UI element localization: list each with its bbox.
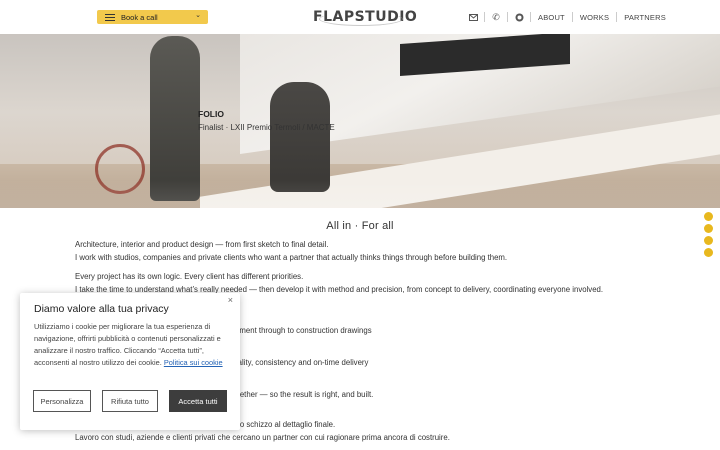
chevron-down-icon: ⌄ <box>195 12 201 19</box>
reject-all-button[interactable]: Rifiuta tutto <box>102 390 158 412</box>
hero-image: FOLIO Finalist · LXII Premio Termoli / M… <box>0 34 720 208</box>
cookie-buttons: Personalizza Rifiuta tutto Accetta tutti <box>33 390 227 412</box>
text-line: Every project has its own logic. Every c… <box>75 272 304 281</box>
customize-button[interactable]: Personalizza <box>33 390 91 412</box>
nav-divider <box>530 12 531 22</box>
cookie-consent-dialog: × Diamo valore alla tua privacy Utilizzi… <box>20 293 240 430</box>
text-fragment: quality, consistency and on-time deliver… <box>229 358 369 367</box>
section-title: All in · For all <box>326 220 394 232</box>
hero-subtitle: Finalist · LXII Premio Termoli / MACTE <box>198 123 335 132</box>
nav-works[interactable]: WORKS <box>575 13 614 22</box>
nav-divider <box>571 12 573 22</box>
menu-icon <box>105 13 115 21</box>
section-dot[interactable] <box>704 212 713 221</box>
hero-caption: FOLIO Finalist · LXII Premio Termoli / M… <box>198 109 335 132</box>
cookie-title: Diamo valore alla tua privacy <box>34 303 169 315</box>
hero-standing-person <box>150 36 200 201</box>
phone-icon[interactable]: ✆ <box>487 8 505 26</box>
section-dot[interactable] <box>704 248 713 257</box>
cookie-body: Utilizziamo i cookie per migliorare la t… <box>34 321 226 369</box>
nav-divider <box>616 12 618 22</box>
nav-partners[interactable]: PARTNERS <box>619 13 671 22</box>
top-nav: ✆ ABOUT WORKS PARTNERS <box>464 8 671 26</box>
text-fragment: together — so the result is right, and b… <box>229 390 374 399</box>
hero-title: FOLIO <box>198 109 224 119</box>
text-fragment: lopment through to construction drawings <box>229 326 372 335</box>
hero-seated-person <box>270 82 330 192</box>
nav-divider <box>507 12 508 22</box>
book-call-label: Book a call <box>121 12 158 22</box>
section-dot[interactable] <box>704 224 713 233</box>
accept-all-button[interactable]: Accetta tutti <box>169 390 227 412</box>
site-logo[interactable]: FLAPSTUDIO <box>313 8 417 26</box>
site-header: Book a call ⌄ FLAPSTUDIO ✆ ABOUT WORKS P… <box>0 0 720 34</box>
section-dots-nav <box>704 212 713 257</box>
logo-swoosh <box>319 12 403 26</box>
mail-icon[interactable] <box>464 8 482 26</box>
nav-divider <box>484 12 485 22</box>
nav-about[interactable]: ABOUT <box>533 13 570 22</box>
cookie-policy-link[interactable]: Politica sui cookie <box>164 358 223 367</box>
section-dot[interactable] <box>704 236 713 245</box>
intro-paragraph: Architecture, interior and product desig… <box>75 239 507 264</box>
hero-fade <box>0 180 720 208</box>
whatsapp-icon[interactable] <box>510 8 528 26</box>
book-call-button[interactable]: Book a call ⌄ <box>97 10 208 24</box>
close-icon[interactable]: × <box>228 295 233 305</box>
text-line: Architecture, interior and product desig… <box>75 240 329 249</box>
text-line: Lavoro con studi, aziende e clienti priv… <box>75 432 450 442</box>
text-line: I work with studios, companies and priva… <box>75 252 508 262</box>
